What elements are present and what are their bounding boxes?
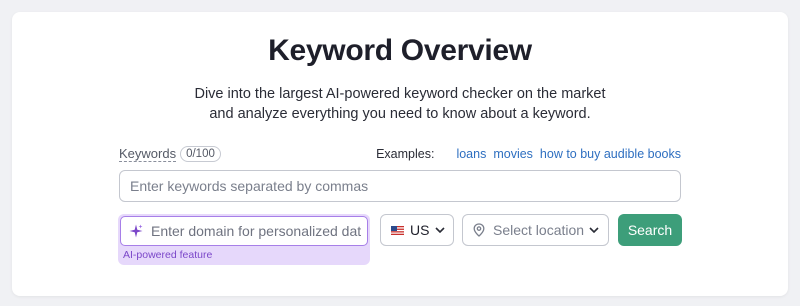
location-placeholder: Select location — [493, 222, 585, 238]
location-pin-icon — [473, 223, 485, 237]
keywords-label-group: Keywords 0/100 — [119, 146, 221, 162]
ai-feature-note: AI-powered feature — [123, 249, 213, 261]
sparkle-icon — [129, 224, 143, 238]
domain-input[interactable] — [151, 223, 361, 239]
country-value: US — [410, 222, 430, 238]
keywords-label[interactable]: Keywords — [119, 146, 177, 162]
example-link-movies[interactable]: movies — [493, 147, 533, 161]
domain-field-wrapper: AI-powered feature — [118, 214, 370, 265]
examples-row: Examples: loans movies how to buy audibl… — [376, 147, 681, 161]
example-link-loans[interactable]: loans — [456, 147, 486, 161]
page-subtitle-line-2: and analyze everything you need to know … — [209, 106, 591, 122]
example-link-audible-books[interactable]: how to buy audible books — [540, 147, 681, 161]
chevron-down-icon — [435, 227, 446, 233]
location-select[interactable]: Select location — [462, 214, 609, 246]
domain-field[interactable] — [120, 216, 368, 246]
page-subtitle-line-1: Dive into the largest AI-powered keyword… — [194, 86, 606, 102]
country-select[interactable]: US — [380, 214, 454, 246]
page-title: Keyword Overview — [268, 34, 532, 67]
us-flag-icon — [391, 225, 404, 235]
search-button[interactable]: Search — [618, 214, 682, 246]
keywords-count-badge: 0/100 — [180, 146, 221, 162]
examples-label: Examples: — [376, 147, 435, 161]
chevron-down-icon — [589, 227, 599, 233]
keywords-input[interactable] — [119, 170, 681, 202]
